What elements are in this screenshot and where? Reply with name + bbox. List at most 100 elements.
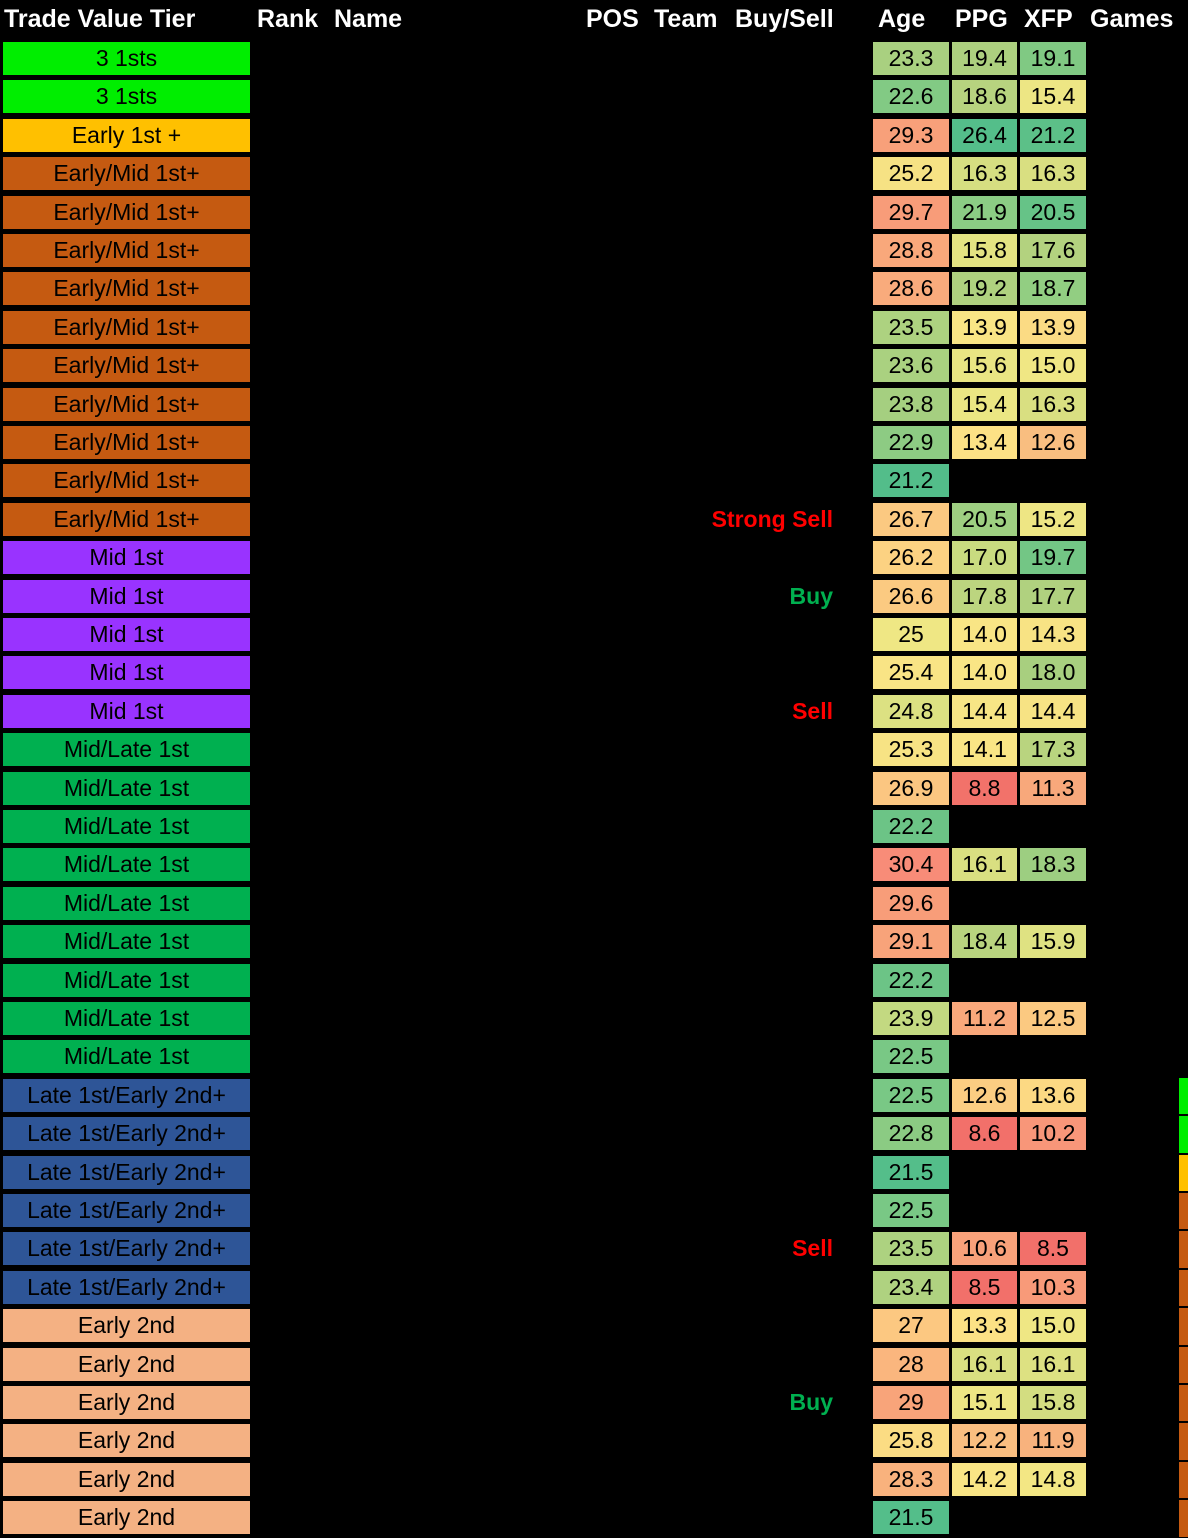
cell-buy-sell[interactable] bbox=[700, 271, 833, 306]
cell-trade-value-tier[interactable]: Mid/Late 1st bbox=[2, 962, 251, 998]
table-row[interactable]: Late 1st/Early 2nd+ 22.5 12.6 13.6 bbox=[0, 1077, 1188, 1115]
cell-ppg[interactable]: 13.3 bbox=[951, 1308, 1018, 1344]
table-row[interactable]: Early/Mid 1st+ 28.6 19.2 18.7 bbox=[0, 270, 1188, 308]
cell-trade-value-tier[interactable]: Early/Mid 1st+ bbox=[2, 233, 251, 268]
cell-age[interactable]: 25.8 bbox=[872, 1423, 950, 1459]
cell-age[interactable]: 27 bbox=[872, 1308, 950, 1344]
column-header-games[interactable]: Games bbox=[1090, 0, 1173, 40]
cell-ppg[interactable]: 19.4 bbox=[951, 41, 1018, 76]
cell-buy-sell[interactable] bbox=[700, 809, 833, 844]
cell-age[interactable]: 21.5 bbox=[872, 1500, 950, 1536]
cell-buy-sell[interactable] bbox=[700, 963, 833, 998]
cell-age[interactable]: 23.4 bbox=[872, 1269, 950, 1305]
cell-trade-value-tier[interactable]: Late 1st/Early 2nd+ bbox=[2, 1193, 251, 1228]
cell-xfp[interactable]: 17.6 bbox=[1019, 233, 1087, 268]
cell-trade-value-tier[interactable]: Late 1st/Early 2nd+ bbox=[2, 1154, 251, 1190]
column-header-age[interactable]: Age bbox=[878, 0, 925, 40]
cell-trade-value-tier[interactable]: Mid 1st bbox=[2, 693, 251, 729]
table-row[interactable]: Early/Mid 1st+ 22.9 13.4 12.6 bbox=[0, 424, 1188, 462]
cell-trade-value-tier[interactable]: Mid/Late 1st bbox=[2, 885, 251, 921]
cell-trade-value-tier[interactable]: Early/Mid 1st+ bbox=[2, 463, 251, 499]
cell-buy-sell[interactable] bbox=[700, 1116, 833, 1151]
cell-xfp[interactable]: 15.0 bbox=[1019, 1308, 1087, 1344]
cell-ppg[interactable]: 16.3 bbox=[951, 156, 1018, 192]
table-row[interactable]: Mid 1st Buy 26.6 17.8 17.7 bbox=[0, 578, 1188, 616]
cell-ppg[interactable]: 11.2 bbox=[951, 1001, 1018, 1036]
cell-trade-value-tier[interactable]: Early 2nd bbox=[2, 1385, 251, 1420]
cell-xfp[interactable]: 16.1 bbox=[1019, 1346, 1087, 1382]
cell-trade-value-tier[interactable]: Early 2nd bbox=[2, 1346, 251, 1382]
column-header-name[interactable]: Name bbox=[334, 0, 402, 40]
cell-xfp[interactable]: 14.3 bbox=[1019, 617, 1087, 652]
cell-age[interactable]: 22.5 bbox=[872, 1077, 950, 1113]
cell-ppg[interactable] bbox=[951, 886, 1018, 921]
cell-age[interactable]: 22.5 bbox=[872, 1193, 950, 1228]
cell-age[interactable]: 23.5 bbox=[872, 309, 950, 345]
cell-ppg[interactable] bbox=[951, 1193, 1018, 1228]
cell-xfp[interactable]: 11.9 bbox=[1019, 1423, 1087, 1459]
cell-trade-value-tier[interactable]: Mid 1st bbox=[2, 578, 251, 614]
table-row[interactable]: Late 1st/Early 2nd+ 21.5 bbox=[0, 1154, 1188, 1192]
cell-buy-sell[interactable] bbox=[700, 195, 833, 230]
cell-buy-sell[interactable] bbox=[700, 771, 833, 806]
cell-age[interactable]: 29.3 bbox=[872, 117, 950, 153]
cell-xfp[interactable]: 17.7 bbox=[1019, 578, 1087, 614]
cell-xfp[interactable]: 19.1 bbox=[1019, 41, 1087, 76]
cell-ppg[interactable]: 16.1 bbox=[951, 1346, 1018, 1382]
cell-ppg[interactable]: 14.0 bbox=[951, 617, 1018, 652]
cell-trade-value-tier[interactable]: Mid 1st bbox=[2, 540, 251, 576]
table-row[interactable]: Mid/Late 1st 22.2 bbox=[0, 962, 1188, 1000]
cell-xfp[interactable]: 14.4 bbox=[1019, 693, 1087, 729]
cell-age[interactable]: 28.6 bbox=[872, 271, 950, 307]
cell-ppg[interactable]: 13.9 bbox=[951, 309, 1018, 345]
cell-xfp[interactable]: 11.3 bbox=[1019, 770, 1087, 806]
table-row[interactable]: Early/Mid 1st+ 29.7 21.9 20.5 bbox=[0, 194, 1188, 232]
cell-trade-value-tier[interactable]: Early/Mid 1st+ bbox=[2, 194, 251, 230]
column-header-trade-value-tier[interactable]: Trade Value Tier bbox=[4, 0, 195, 40]
cell-trade-value-tier[interactable]: Mid/Late 1st bbox=[2, 732, 251, 768]
cell-buy-sell[interactable] bbox=[700, 233, 833, 268]
cell-buy-sell[interactable] bbox=[700, 41, 833, 76]
cell-trade-value-tier[interactable]: Late 1st/Early 2nd+ bbox=[2, 1077, 251, 1113]
cell-xfp[interactable]: 15.0 bbox=[1019, 348, 1087, 384]
cell-age[interactable]: 22.8 bbox=[872, 1116, 950, 1152]
cell-trade-value-tier[interactable]: Early/Mid 1st+ bbox=[2, 156, 251, 192]
cell-age[interactable]: 21.2 bbox=[872, 463, 950, 499]
cell-buy-sell[interactable] bbox=[700, 1155, 833, 1190]
cell-xfp[interactable]: 15.4 bbox=[1019, 79, 1087, 115]
cell-buy-sell[interactable] bbox=[700, 1500, 833, 1535]
cell-trade-value-tier[interactable]: Late 1st/Early 2nd+ bbox=[2, 1116, 251, 1152]
column-header-pos[interactable]: POS bbox=[586, 0, 639, 40]
cell-buy-sell[interactable] bbox=[700, 924, 833, 959]
table-row[interactable]: Mid 1st 26.2 17.0 19.7 bbox=[0, 539, 1188, 577]
cell-buy-sell[interactable] bbox=[700, 1039, 833, 1074]
table-row[interactable]: 3 1sts 22.6 18.6 15.4 bbox=[0, 78, 1188, 116]
column-header-buy-sell[interactable]: Buy/Sell bbox=[735, 0, 834, 40]
cell-ppg[interactable]: 18.4 bbox=[951, 924, 1018, 960]
cell-ppg[interactable]: 16.1 bbox=[951, 847, 1018, 883]
cell-xfp[interactable]: 18.7 bbox=[1019, 271, 1087, 307]
cell-buy-sell[interactable] bbox=[700, 886, 833, 921]
cell-age[interactable]: 23.9 bbox=[872, 1001, 950, 1036]
cell-age[interactable]: 23.6 bbox=[872, 348, 950, 384]
cell-trade-value-tier[interactable]: Early/Mid 1st+ bbox=[2, 386, 251, 422]
cell-age[interactable]: 25.2 bbox=[872, 156, 950, 192]
column-header-xfp[interactable]: XFP bbox=[1024, 0, 1073, 40]
table-row[interactable]: Mid/Late 1st 22.5 bbox=[0, 1038, 1188, 1076]
cell-age[interactable]: 26.2 bbox=[872, 540, 950, 576]
cell-buy-sell[interactable] bbox=[700, 1462, 833, 1497]
table-row[interactable]: Early/Mid 1st+ 23.5 13.9 13.9 bbox=[0, 309, 1188, 347]
cell-buy-sell[interactable] bbox=[700, 156, 833, 191]
table-row[interactable]: Early/Mid 1st+ 25.2 16.3 16.3 bbox=[0, 155, 1188, 193]
cell-xfp[interactable]: 13.6 bbox=[1019, 1077, 1087, 1113]
cell-age[interactable]: 24.8 bbox=[872, 693, 950, 729]
cell-ppg[interactable]: 21.9 bbox=[951, 194, 1018, 230]
cell-trade-value-tier[interactable]: Mid/Late 1st bbox=[2, 1001, 251, 1036]
cell-buy-sell[interactable] bbox=[700, 1001, 833, 1036]
cell-buy-sell[interactable]: Sell bbox=[700, 1231, 833, 1266]
cell-ppg[interactable]: 20.5 bbox=[951, 501, 1018, 537]
cell-ppg[interactable]: 15.4 bbox=[951, 386, 1018, 422]
cell-trade-value-tier[interactable]: Early 2nd bbox=[2, 1461, 251, 1497]
cell-trade-value-tier[interactable]: Mid/Late 1st bbox=[2, 924, 251, 960]
cell-ppg[interactable]: 14.1 bbox=[951, 732, 1018, 768]
